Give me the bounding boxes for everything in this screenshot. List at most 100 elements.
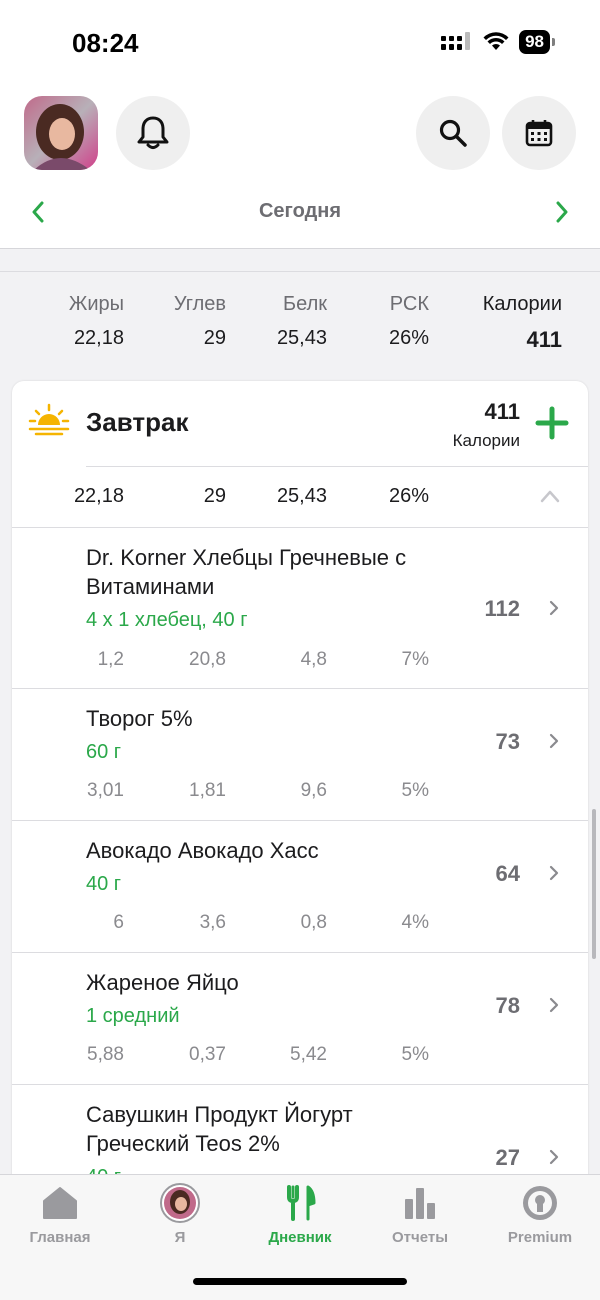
summary-rdi-value: 26%: [388, 327, 429, 349]
summary-carbs-label: Углев: [173, 293, 226, 315]
food-item-carbs: 1,81: [189, 780, 226, 801]
notifications-button[interactable]: [116, 96, 190, 170]
bar-chart-icon: [405, 1188, 435, 1219]
food-item-calories: 64: [495, 861, 520, 886]
food-item-fat: 6: [113, 912, 124, 933]
tab-label: Главная: [29, 1229, 91, 1246]
food-item-portion: 60 г: [86, 741, 122, 763]
food-item-protein: 4,8: [300, 649, 327, 670]
chevron-right-icon: [556, 201, 568, 223]
food-item-carbs: 0,37: [189, 1044, 226, 1065]
status-bar: 08:24 98: [0, 0, 600, 90]
food-item-calories: 78: [495, 993, 520, 1018]
summary-protein: Белк 25,43: [247, 293, 327, 350]
food-item-calories: 112: [484, 596, 521, 621]
user-avatar-image: [24, 96, 98, 170]
signal-icon: [441, 32, 471, 50]
meal-card-breakfast: Завтрак 411 Калории 22,18 29 25,43 26% D…: [12, 381, 588, 1174]
summary-rdi-label: РСК: [389, 293, 429, 315]
tab-diary[interactable]: Дневник: [240, 1183, 360, 1253]
food-item-name: Савушкин Продукт Йогурт Греческий Teos 2…: [86, 1102, 353, 1156]
meal-protein: 25,43: [276, 485, 327, 507]
calendar-button[interactable]: [502, 96, 576, 170]
food-item-protein: 9,6: [300, 780, 327, 801]
fork-knife-icon: [287, 1185, 316, 1221]
tab-label: Дневник: [268, 1229, 332, 1246]
summary-calories-value: 411: [526, 327, 563, 352]
meal-calories-label: Калории: [452, 431, 520, 450]
section-divider: [0, 271, 600, 272]
wifi-icon: [483, 32, 509, 50]
chevron-right-icon: [549, 733, 559, 749]
chevron-right-icon: [549, 997, 559, 1013]
food-item-name: Творог 5%: [86, 706, 193, 731]
collapse-chevron-icon[interactable]: [540, 487, 560, 505]
summary-fat-label: Жиры: [68, 293, 124, 315]
summary-rdi: РСК 26%: [349, 293, 429, 350]
meal-title: Завтрак: [86, 407, 189, 437]
summary-protein-value: 25,43: [276, 327, 327, 349]
food-item[interactable]: Dr. Korner Хлебцы Гречневые с Витаминами…: [12, 528, 588, 689]
food-item-protein: 0,8: [300, 912, 327, 933]
summary-carbs-value: 29: [203, 327, 226, 349]
date-title: Сегодня: [258, 200, 342, 222]
tab-label: Отчеты: [391, 1229, 449, 1246]
premium-badge-icon: [523, 1186, 557, 1220]
tab-home[interactable]: Главная: [0, 1183, 120, 1253]
tab-label: Я: [174, 1229, 186, 1246]
food-item-portion: 4 x 1 хлебец, 40 г: [86, 609, 248, 631]
battery-indicator: 98: [519, 30, 555, 54]
food-item-rdi: 7%: [401, 649, 429, 670]
avatar: [160, 1183, 200, 1223]
sunrise-icon: [28, 403, 70, 436]
food-item-fat: 3,01: [87, 780, 124, 801]
meal-calories-value: 411: [484, 399, 521, 424]
tab-label: Premium: [507, 1229, 573, 1246]
next-day-button[interactable]: [548, 196, 576, 228]
add-food-button[interactable]: [534, 405, 570, 441]
food-item-rdi: 5%: [401, 780, 429, 801]
food-item-calories: 73: [495, 729, 520, 754]
food-item-fat: 1,2: [97, 649, 124, 670]
food-item-name: Жареное Яйцо: [86, 970, 239, 995]
search-button[interactable]: [416, 96, 490, 170]
food-item-calories: 27: [495, 1145, 520, 1170]
scrollbar[interactable]: [592, 809, 596, 959]
food-item[interactable]: Жареное Яйцо 1 средний 78 5,88 0,37 5,42…: [12, 953, 588, 1085]
avatar[interactable]: [24, 96, 98, 170]
calendar-icon: [525, 120, 553, 147]
food-item-name: Авокадо Авокадо Хасс: [86, 838, 319, 863]
summary-protein-label: Белк: [282, 293, 327, 315]
search-icon: [439, 119, 467, 147]
tab-reports[interactable]: Отчеты: [360, 1183, 480, 1253]
daily-summary: Жиры 22,18 Углев 29 Белк 25,43 РСК 26% К…: [0, 293, 600, 363]
summary-fat-value: 22,18: [73, 327, 124, 349]
status-time: 08:24: [72, 28, 139, 58]
food-item[interactable]: Авокадо Авокадо Хасс 40 г 64 6 3,6 0,8 4…: [12, 821, 588, 953]
food-item-carbs: 3,6: [199, 912, 226, 933]
home-icon: [43, 1187, 77, 1219]
date-navigation: Сегодня: [0, 190, 600, 236]
food-item-protein: 5,42: [290, 1044, 327, 1065]
summary-carbs: Углев 29: [146, 293, 226, 350]
meal-rdi: 26%: [388, 485, 429, 507]
meal-macros[interactable]: 22,18 29 25,43 26%: [12, 467, 588, 527]
meal-carbs: 29: [203, 485, 226, 507]
meal-fat: 22,18: [73, 485, 124, 507]
food-item[interactable]: Савушкин Продукт Йогурт Греческий Teos 2…: [12, 1085, 588, 1174]
chevron-right-icon: [549, 865, 559, 881]
app-header: [0, 96, 600, 170]
tab-premium[interactable]: Premium: [480, 1183, 600, 1253]
status-icons: 98: [441, 30, 555, 54]
diary-content[interactable]: Жиры 22,18 Углев 29 Белк 25,43 РСК 26% К…: [0, 249, 600, 1174]
chevron-right-icon: [549, 600, 559, 616]
food-item-rdi: 4%: [401, 912, 429, 933]
meal-header[interactable]: Завтрак 411 Калории: [12, 381, 588, 467]
summary-fat: Жиры 22,18: [44, 293, 124, 350]
summary-calories-label: Калории: [482, 293, 562, 315]
tab-me[interactable]: Я: [120, 1183, 240, 1253]
bell-icon: [137, 116, 169, 149]
food-item-name: Dr. Korner Хлебцы Гречневые с Витаминами: [86, 545, 407, 599]
food-item[interactable]: Творог 5% 60 г 73 3,01 1,81 9,6 5%: [12, 689, 588, 821]
chevron-right-icon: [549, 1149, 559, 1165]
